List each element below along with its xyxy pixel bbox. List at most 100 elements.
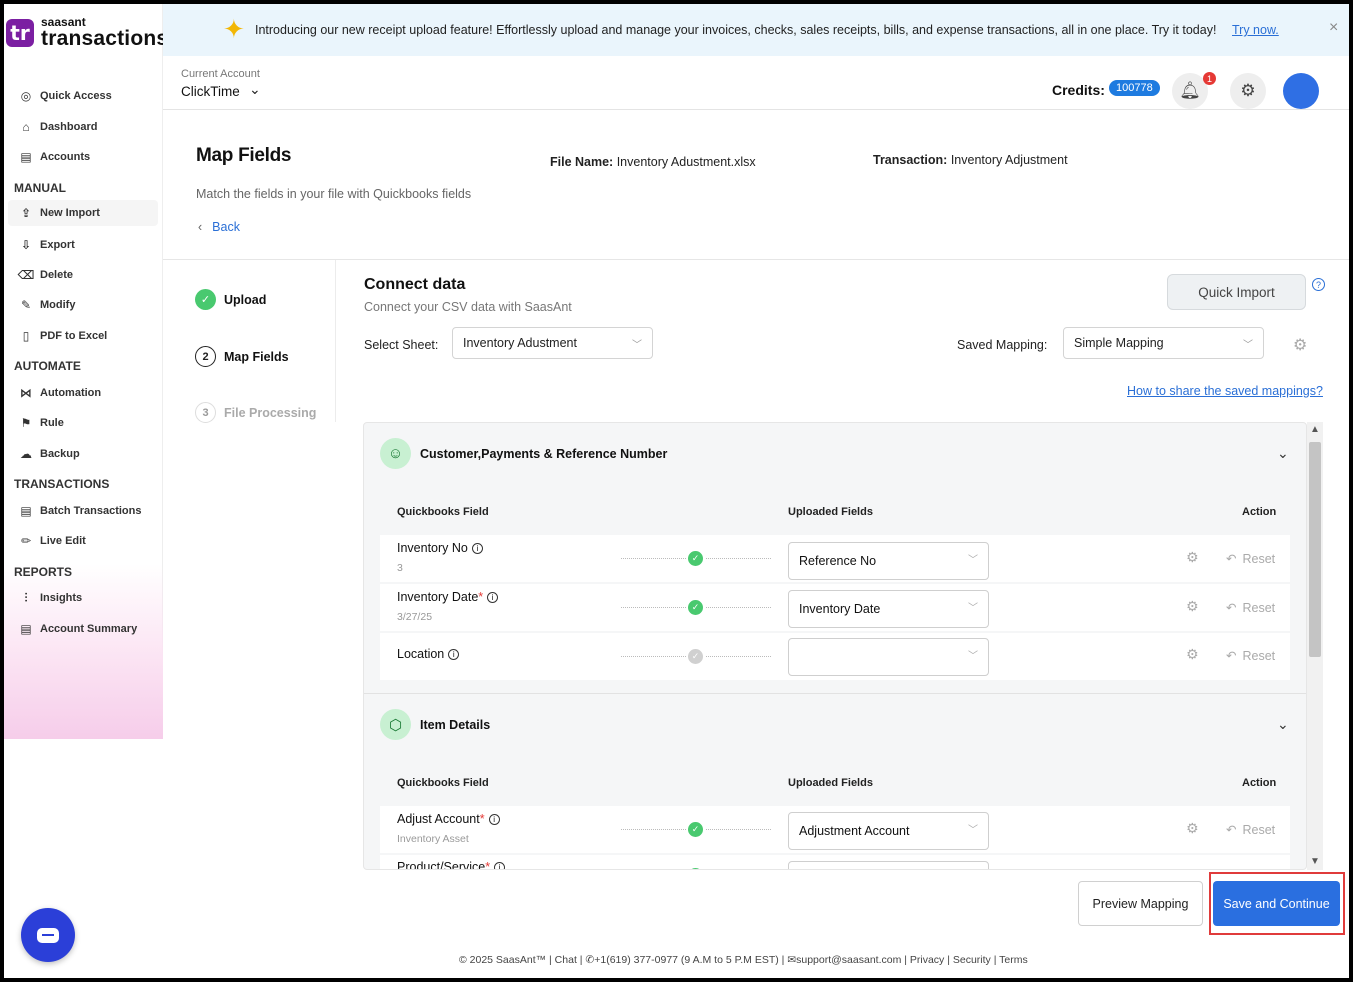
field-label: Location [397, 647, 445, 661]
sidebar-item-live-edit[interactable]: ✏ Live Edit [18, 533, 86, 549]
save-and-continue-button[interactable]: Save and Continue [1213, 881, 1340, 926]
page-subtitle: Match the fields in your file with Quick… [196, 187, 472, 201]
sidebar-item-quick-access[interactable]: ◎ Quick Access [18, 88, 112, 104]
banner-try-now-link[interactable]: Try now. [1232, 23, 1279, 37]
user-icon: ☺ [380, 438, 411, 469]
step-label: Upload [224, 292, 267, 307]
field-adjust-account: Adjust Account* i [397, 812, 500, 826]
settings-button[interactable]: ⚙ [1230, 73, 1266, 109]
uploaded-field-select[interactable] [788, 861, 989, 869]
reset-button[interactable]: ↶ Reset [1226, 551, 1275, 566]
undo-icon: ↶ [1226, 552, 1237, 566]
cloud-backup-icon: ☁ [20, 447, 32, 461]
mapping-settings-gear-icon[interactable]: ⚙ [1293, 335, 1307, 355]
chevron-down-icon: ﹀ [632, 340, 642, 351]
info-icon[interactable]: i [494, 862, 506, 869]
sidebar-item-automation[interactable]: ⋈ Automation [18, 385, 101, 401]
file-name-value: Inventory Adustment.xlsx [616, 155, 756, 169]
sidebar-item-rule[interactable]: ⚑ Rule [18, 415, 64, 431]
check-icon: ✓ [195, 289, 216, 310]
field-label: Adjust Account [397, 812, 480, 826]
section-customer-payments[interactable]: ☺ Customer,Payments & Reference Number [380, 438, 667, 469]
sidebar-item-export[interactable]: ⇩ Export [18, 237, 75, 253]
connector-line [706, 656, 771, 657]
sidebar-item-label: Delete [40, 269, 74, 281]
sliders-icon: ⫶ [24, 590, 28, 605]
sidebar-item-new-import[interactable]: ⇪ New Import [8, 200, 158, 226]
info-icon[interactable]: i [487, 592, 499, 603]
sidebar-item-label: Automation [40, 387, 102, 399]
sidebar-item-dashboard[interactable]: ⌂ Dashboard [18, 119, 97, 135]
avatar[interactable] [1283, 73, 1319, 109]
footer-links[interactable]: © 2025 SaasAnt™ | Chat | ✆+1(619) 377-09… [459, 954, 1028, 966]
sidebar-item-backup[interactable]: ☁ Backup [18, 446, 80, 462]
banner-message: Introducing our new receipt upload featu… [255, 23, 1217, 37]
scroll-down-icon[interactable]: ▼ [1310, 856, 1320, 867]
required-marker: * [485, 860, 491, 870]
close-icon[interactable]: × [1329, 19, 1338, 37]
col-uploaded-fields: Uploaded Fields [788, 506, 873, 518]
sidebar-item-insights[interactable]: ⫶ Insights [18, 590, 82, 606]
gear-icon[interactable]: ⚙ [1186, 549, 1199, 566]
info-icon[interactable]: i [471, 543, 483, 554]
scroll-thumb[interactable] [1309, 442, 1321, 657]
chevron-down-icon: ﹀ [968, 825, 978, 836]
account-selector[interactable]: ClickTime [181, 84, 240, 99]
undo-icon: ↶ [1226, 823, 1237, 837]
sparkle-icon: ✦ [223, 14, 245, 44]
credits-label: Credits: [1052, 82, 1105, 98]
step-file-processing: 3 File Processing [195, 402, 316, 423]
sidebar-item-pdf-to-excel[interactable]: ▯ PDF to Excel [18, 328, 108, 344]
gear-icon[interactable]: ⚙ [1186, 820, 1199, 837]
brand-logo[interactable]: tr saasant transactions [6, 16, 168, 49]
gear-icon[interactable]: ⚙ [1186, 646, 1199, 663]
uploaded-field-select[interactable]: Adjustment Account ﹀ [788, 812, 989, 850]
saved-mapping-dropdown[interactable]: Simple Mapping ﹀ [1063, 327, 1264, 359]
required-marker: * [478, 590, 484, 604]
field-sample: 3 [397, 562, 403, 574]
steps-divider [335, 260, 336, 422]
connector-line [621, 829, 686, 830]
uploaded-field-select[interactable]: Inventory Date ﹀ [788, 590, 989, 628]
file-name: File Name: Inventory Adustment.xlsx [550, 155, 756, 169]
uploaded-field-select[interactable]: ﹀ [788, 638, 989, 676]
trash-icon: ⌫ [17, 268, 35, 282]
chat-icon [37, 927, 59, 943]
section-item-details[interactable]: ⬡ Item Details [380, 709, 490, 740]
header-divider [163, 259, 1349, 260]
sidebar-item-label: Export [40, 239, 75, 251]
section-reports: REPORTS [14, 565, 73, 579]
share-mappings-link[interactable]: How to share the saved mappings? [1127, 384, 1323, 398]
info-icon[interactable]: i [488, 814, 500, 825]
field-product-service: Product/Service* i [397, 860, 506, 870]
field-location: Location i [397, 647, 460, 661]
chevron-down-icon[interactable]: ⌄ [1277, 716, 1289, 733]
sidebar-item-modify[interactable]: ✎ Modify [18, 297, 75, 313]
preview-mapping-button[interactable]: Preview Mapping [1078, 881, 1203, 926]
sidebar-item-account-summary[interactable]: ▤ Account Summary [18, 621, 137, 637]
chevron-down-icon[interactable]: ⌄ [1277, 445, 1289, 462]
sidebar-item-delete[interactable]: ⌫ Delete [17, 267, 74, 283]
gear-icon[interactable]: ⚙ [1186, 598, 1199, 615]
scroll-up-icon[interactable]: ▲ [1310, 424, 1320, 435]
reset-button[interactable]: ↶ Reset [1226, 600, 1275, 615]
sidebar-item-batch-transactions[interactable]: ▤ Batch Transactions [18, 503, 141, 519]
chevron-down-icon[interactable]: ⌄ [249, 81, 261, 98]
sidebar-item-label: Accounts [40, 151, 91, 163]
select-sheet-dropdown[interactable]: Inventory Adustment ﹀ [452, 327, 653, 359]
connector-line [706, 558, 771, 559]
reset-label: Reset [1242, 601, 1276, 615]
quick-import-button[interactable]: Quick Import [1167, 274, 1306, 310]
help-icon[interactable]: ? [1312, 278, 1325, 291]
step-label: File Processing [224, 405, 317, 420]
uploaded-field-select[interactable]: Reference No ﹀ [788, 542, 989, 580]
info-icon[interactable]: i [448, 649, 460, 660]
saved-mapping-value: Simple Mapping [1074, 336, 1164, 350]
mapping-scrollbar[interactable]: ▲ ▼ [1307, 422, 1323, 870]
sidebar-item-accounts[interactable]: ▤ Accounts [18, 149, 90, 165]
back-link[interactable]: ‹ Back [198, 220, 240, 234]
chat-launcher-button[interactable] [21, 908, 75, 962]
reset-button[interactable]: ↶ Reset [1226, 822, 1275, 837]
reset-button[interactable]: ↶ Reset [1226, 648, 1275, 663]
sidebar-item-label: Quick Access [40, 90, 112, 102]
